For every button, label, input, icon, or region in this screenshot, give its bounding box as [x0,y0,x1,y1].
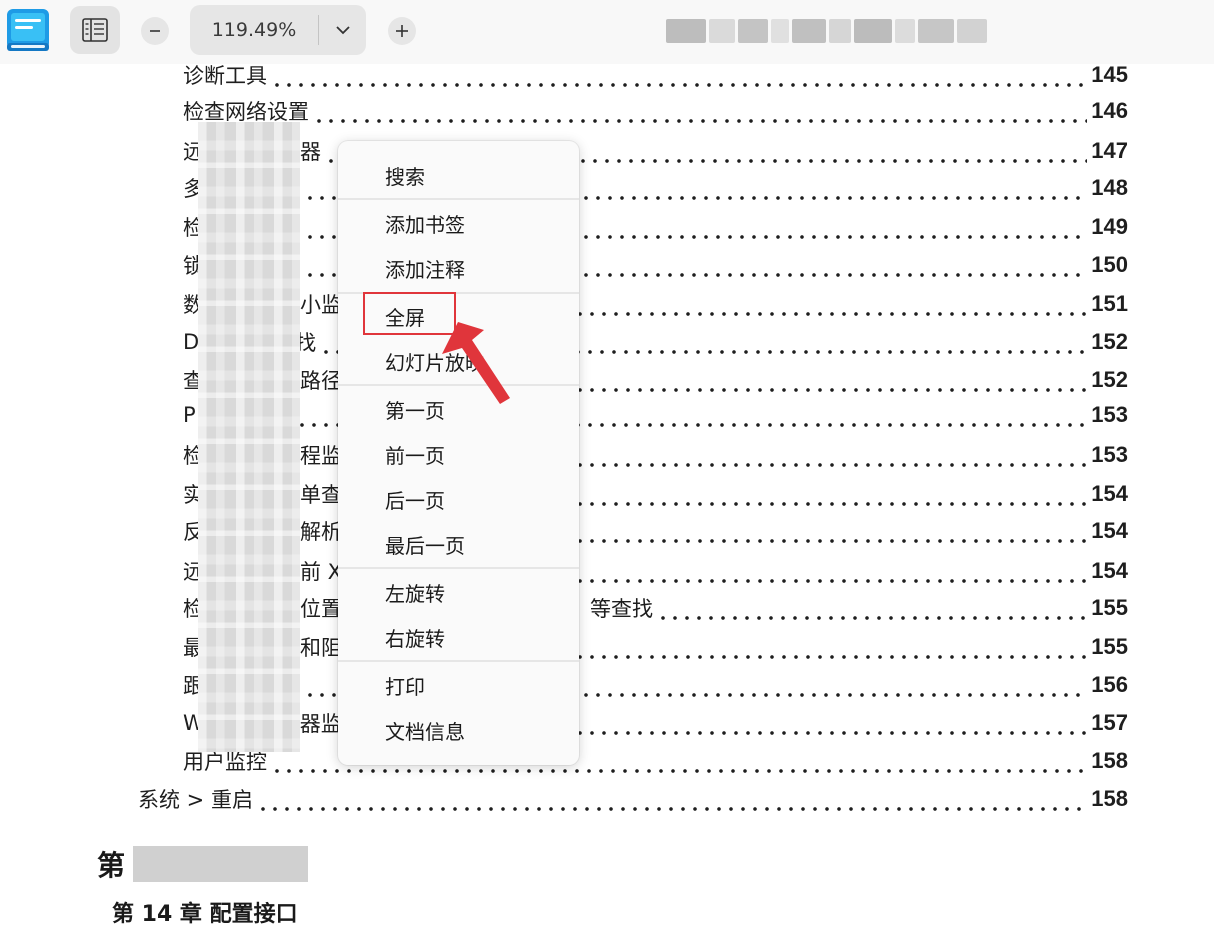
toc-entry-title-suffix: 程监 [300,444,342,468]
thumbnail-toggle-button[interactable] [70,6,120,54]
toc-row[interactable]: 用户监控 158 [183,747,1128,775]
toc-dot-leader [313,97,1088,125]
toc-entry-title-suffix: 单查 [300,483,342,507]
toc-entry-title: 系统 > 重启 [138,788,253,812]
zoom-in-button[interactable] [388,17,416,45]
red-arrow-annotation [442,322,510,404]
toc-page-number: 156 [1091,672,1128,697]
menu-item-next-page[interactable]: 后一页 [338,479,579,519]
toc-row[interactable]: 检查网络设置 146 [183,97,1128,125]
toc-entry-title-tail: 等查找 [590,597,653,621]
toc-entry-title-suffix: 器 [300,140,321,164]
zoom-out-button[interactable] [141,17,169,45]
menu-item-add-annotation[interactable]: 添加注释 [338,248,579,288]
toc-page-number: 157 [1091,710,1128,735]
toc-row[interactable]: 锁 150 [183,251,1128,279]
toc-entry-title-suffix: 前 X [300,560,343,584]
toc-row[interactable]: 跟 156 [183,671,1128,699]
toc-row[interactable]: 最和阻 155 [183,633,1128,661]
toc-page-number: 147 [1091,138,1128,163]
toc-page-number: 158 [1091,748,1128,773]
toc-dot-leader [271,61,1088,89]
toc-entry-title-suffix: 和阻 [300,636,342,660]
plus-icon [396,25,408,37]
toc-row[interactable]: 反解析 154 [183,517,1128,545]
toc-page-number: 146 [1091,98,1128,123]
context-menu: 搜索 添加书签 添加注释 全屏 幻灯片放映 第一页 前一页 后一页 最后一页 左… [338,141,579,765]
chevron-down-icon [335,26,350,35]
document-page: 诊断工具 145 检查网络设置 146 远器 147 多 148 检 149 锁 150 数小监 151 D… [0,61,1214,927]
chapter-heading: 第 [97,844,309,884]
toc-entry-title-suffix: 路径 [300,369,342,393]
chapter-title-redacted [133,846,309,882]
menu-item-previous-page[interactable]: 前一页 [338,434,579,474]
thumbnail-panel-icon [82,18,108,42]
toc-page-number: 145 [1091,62,1128,87]
toolbar: 119.49% [0,0,1214,64]
toc-page-number: 152 [1091,367,1128,392]
toc-row[interactable]: 检 149 [183,213,1128,241]
toc-row[interactable]: 数小监 151 [183,290,1128,318]
chapter-prefix: 第 [97,849,126,882]
toc-entry-title: 诊断工具 [183,64,267,88]
toc-page-number: 154 [1091,518,1128,543]
toc-page-number: 154 [1091,481,1128,506]
sub-chapter-heading: 第 14 章 配置接口 [112,902,298,927]
menu-item-rotate-left[interactable]: 左旋转 [338,572,579,612]
toc-entry-title-suffix: 解析 [300,520,342,544]
menu-item-add-bookmark[interactable]: 添加书签 [338,203,579,243]
toc-page-number: 153 [1091,442,1128,467]
toc-page-number: 153 [1091,402,1128,427]
toc-row[interactable]: P 153 [183,401,1128,429]
toc-page-number: 149 [1091,214,1128,239]
toc-page-number: 150 [1091,252,1128,277]
toc-row[interactable]: 远前 X 154 [183,557,1128,585]
toc-page-number: 158 [1091,786,1128,811]
toc-row[interactable]: 查路径 152 [183,366,1128,394]
toc-entry-title: D [183,330,200,354]
toc-row[interactable]: 系统 > 重启 158 [138,785,1128,813]
zoom-value[interactable]: 119.49% [190,5,318,55]
toc-page-number: 155 [1091,634,1128,659]
toc-entry-title-suffix: 小监 [300,293,342,317]
menu-item-print[interactable]: 打印 [338,665,579,705]
toc-row[interactable]: 诊断工具 145 [183,61,1128,89]
menu-separator [338,567,579,569]
redacted-text-block [198,122,300,752]
toc-dot-leader [256,785,1088,813]
document-viewer-app-icon[interactable] [5,7,51,53]
toc-row[interactable]: 检程监 153 [183,441,1128,469]
window-title-redacted [666,18,987,44]
toc-page-number: 155 [1091,595,1128,620]
toc-row[interactable]: 实单查 154 [183,480,1128,508]
toc-entry-title-suffix: 位置 [300,597,342,621]
toc-entry-title-suffix: 器监 [299,712,342,736]
toc-page-number: 152 [1091,329,1128,354]
toc-page-number: 154 [1091,558,1128,583]
toc-row[interactable]: D 找 152 [183,328,1128,356]
toc-row[interactable]: 检位置 等查找 155 [183,594,1128,622]
zoom-dropdown-button[interactable] [319,5,366,55]
toc-page-number: 151 [1091,291,1128,316]
toc-dot-leader [657,594,1088,622]
menu-item-search[interactable]: 搜索 [338,155,579,195]
menu-separator [338,660,579,662]
menu-separator [338,198,579,200]
menu-item-rotate-right[interactable]: 右旋转 [338,617,579,657]
minus-icon [150,30,160,32]
zoom-control: 119.49% [190,5,366,55]
menu-item-last-page[interactable]: 最后一页 [338,524,579,564]
menu-item-document-info[interactable]: 文档信息 [338,710,579,750]
toc-page-number: 148 [1091,175,1128,200]
toc-entry-title: P [183,403,196,427]
toc-dot-leader [199,401,1088,429]
toc-row[interactable]: 多 148 [183,174,1128,202]
toc-row[interactable]: 远器 147 [183,137,1128,165]
toc-row[interactable]: W 器监 157 [183,709,1128,737]
